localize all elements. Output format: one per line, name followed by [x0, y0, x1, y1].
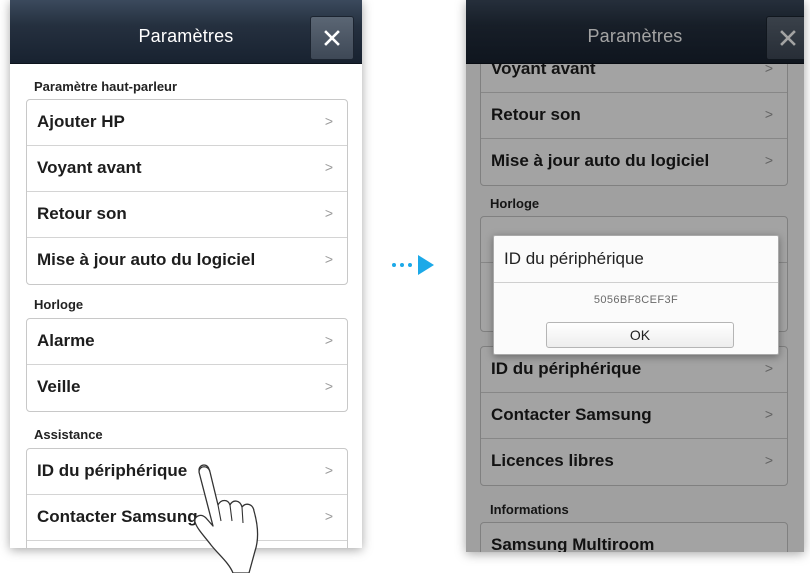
chevron-right-icon: > [324, 251, 333, 267]
settings-item-sound-feedback[interactable]: Retour son > [27, 192, 347, 238]
title-bar: Paramètres [10, 0, 362, 64]
device-id-dialog: ID du périphérique 5056BF8CEF3F OK [493, 235, 779, 355]
close-icon [324, 30, 340, 46]
arrow-dot [400, 263, 404, 267]
section-header-clock: Horloge [34, 297, 84, 312]
device-id-value: 5056BF8CEF3F [593, 294, 679, 306]
chevron-right-icon: > [324, 378, 333, 394]
settings-item-label: Mise à jour auto du logiciel [37, 250, 256, 269]
settings-item-label: Retour son [37, 204, 127, 223]
chevron-right-icon: > [324, 205, 333, 221]
phone-screen-after: Voyant avant > Retour son > Mise à jour … [466, 0, 804, 552]
ok-button[interactable]: OK [546, 322, 734, 348]
dialog-title: ID du périphérique [504, 249, 644, 268]
settings-item-alarm[interactable]: Alarme > [27, 319, 347, 365]
settings-item-label: Veille [37, 377, 81, 396]
arrow-dot [408, 263, 412, 267]
section-header-speaker: Paramètre haut-parleur [34, 79, 178, 94]
chevron-right-icon: > [324, 113, 333, 129]
settings-item-label: Ajouter HP [37, 112, 125, 131]
settings-item-add-speaker[interactable]: Ajouter HP > [27, 100, 347, 146]
chevron-right-icon: > [324, 508, 333, 524]
settings-item-sleep[interactable]: Veille > [27, 365, 347, 411]
settings-group-clock: Alarme > Veille > [26, 318, 348, 412]
settings-item-label: Voyant avant [37, 158, 142, 177]
section-header-support: Assistance [34, 427, 103, 442]
close-button[interactable] [310, 16, 354, 60]
hand-pointer-icon [194, 464, 259, 573]
transition-arrow [390, 254, 440, 278]
settings-item-label: ID du périphérique [37, 461, 188, 480]
dialog-divider [494, 282, 778, 283]
chevron-right-icon: > [324, 159, 333, 175]
arrow-right-icon [418, 255, 434, 275]
settings-item-label: Alarme [37, 331, 95, 350]
arrow-dot [392, 263, 396, 267]
chevron-right-icon: > [324, 332, 333, 348]
settings-group-speaker: Ajouter HP > Voyant avant > Retour son >… [26, 99, 348, 285]
settings-item-label: Contacter Samsung [37, 507, 198, 526]
chevron-right-icon: > [324, 462, 333, 478]
settings-item-auto-update[interactable]: Mise à jour auto du logiciel > [27, 238, 347, 284]
settings-item-front-led[interactable]: Voyant avant > [27, 146, 347, 192]
